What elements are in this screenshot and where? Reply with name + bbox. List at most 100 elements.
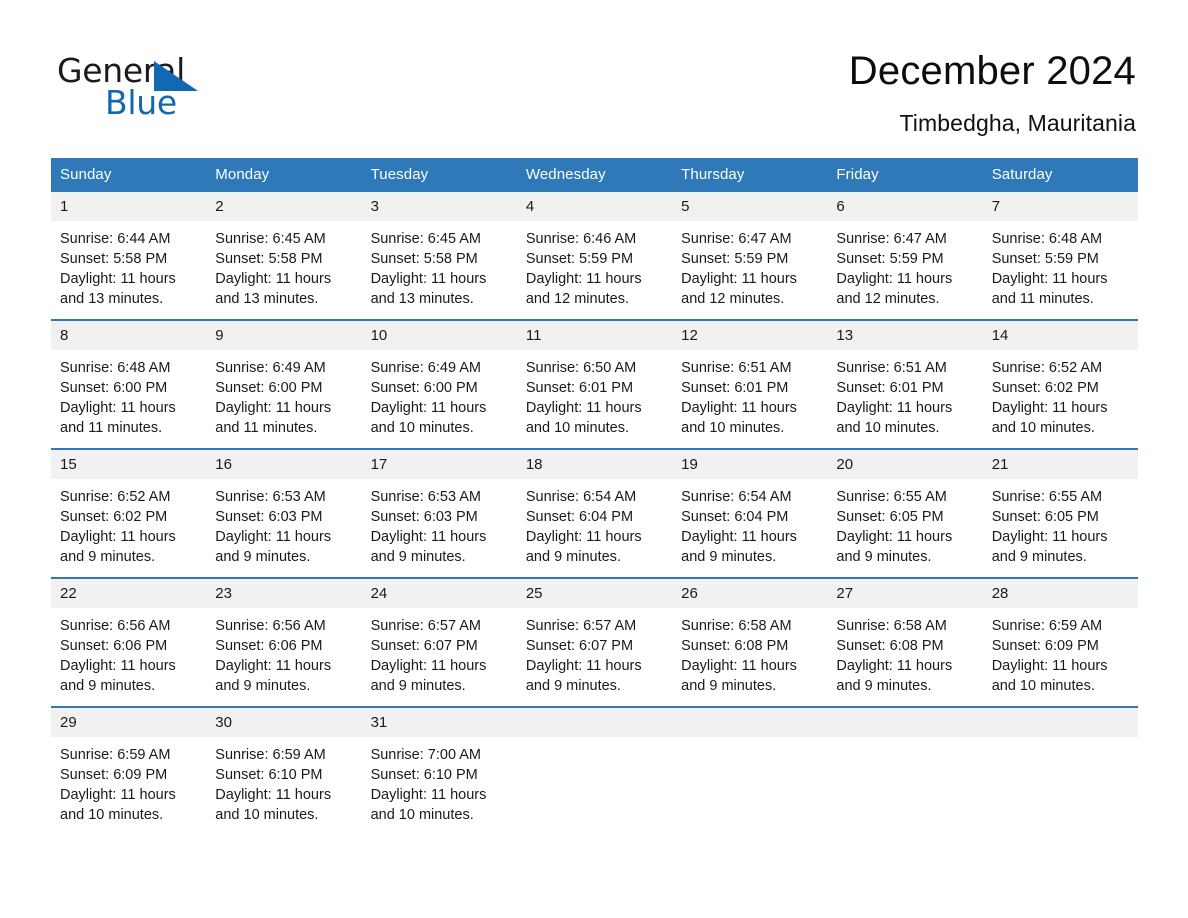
sunrise-text: Sunrise: 6:54 AM [681, 489, 792, 505]
day-info [672, 737, 827, 826]
calendar-week-row: 29 Sunrise: 6:59 AM Sunset: 6:09 PM Dayl… [51, 706, 1138, 835]
sunset-text: Sunset: 6:01 PM [681, 380, 789, 396]
day-cell[interactable]: 23 Sunrise: 6:56 AM Sunset: 6:06 PM Dayl… [206, 577, 362, 707]
day-cell[interactable]: 28 Sunrise: 6:59 AM Sunset: 6:09 PM Dayl… [982, 577, 1138, 707]
daylight-text: Daylight: 11 hours and 9 minutes. [370, 658, 487, 694]
day-info: Sunrise: 6:59 AM Sunset: 6:09 PM Dayligh… [983, 608, 1138, 706]
sunrise-text: Sunrise: 6:51 AM [836, 360, 947, 376]
sunset-text: Sunset: 6:02 PM [991, 380, 1099, 396]
day-cell[interactable]: 2 Sunrise: 6:45 AM Sunset: 5:58 PM Dayli… [206, 192, 362, 320]
day-number: 10 [361, 321, 517, 350]
day-cell[interactable]: 21 Sunrise: 6:55 AM Sunset: 6:05 PM Dayl… [982, 448, 1138, 578]
daylight-text: Daylight: 11 hours and 12 minutes. [836, 271, 953, 307]
sunset-text: Sunset: 5:59 PM [681, 251, 789, 267]
day-cell[interactable]: 15 Sunrise: 6:52 AM Sunset: 6:02 PM Dayl… [51, 448, 207, 578]
general-blue-logo[interactable]: General Blue [57, 46, 227, 120]
day-number [827, 708, 983, 737]
day-cell[interactable]: 7 Sunrise: 6:48 AM Sunset: 5:59 PM Dayli… [982, 192, 1138, 320]
sunrise-text: Sunrise: 6:48 AM [60, 360, 171, 376]
day-cell[interactable]: 5 Sunrise: 6:47 AM Sunset: 5:59 PM Dayli… [672, 192, 828, 320]
day-cell[interactable]: 10 Sunrise: 6:49 AM Sunset: 6:00 PM Dayl… [361, 319, 517, 449]
day-number: 17 [361, 450, 517, 479]
day-number: 13 [827, 321, 983, 350]
sunrise-text: Sunrise: 6:52 AM [991, 360, 1103, 376]
day-cell[interactable]: 20 Sunrise: 6:55 AM Sunset: 6:05 PM Dayl… [827, 448, 983, 578]
sunrise-text: Sunrise: 6:59 AM [215, 747, 326, 763]
day-cell[interactable]: 26 Sunrise: 6:58 AM Sunset: 6:08 PM Dayl… [672, 577, 828, 707]
sunrise-text: Sunrise: 6:55 AM [991, 489, 1103, 505]
day-info: Sunrise: 6:46 AM Sunset: 5:59 PM Dayligh… [517, 221, 672, 319]
day-info: Sunrise: 6:52 AM Sunset: 6:02 PM Dayligh… [51, 479, 206, 577]
day-cell[interactable]: 11 Sunrise: 6:50 AM Sunset: 6:01 PM Dayl… [516, 319, 673, 449]
daylight-text: Daylight: 11 hours and 13 minutes. [215, 271, 332, 307]
day-cell[interactable]: 29 Sunrise: 6:59 AM Sunset: 6:09 PM Dayl… [51, 706, 207, 835]
day-cell[interactable]: 22 Sunrise: 6:56 AM Sunset: 6:06 PM Dayl… [51, 577, 207, 707]
day-number: 23 [206, 579, 362, 608]
day-cell[interactable]: 31 Sunrise: 7:00 AM Sunset: 6:10 PM Dayl… [361, 706, 517, 835]
day-cell[interactable]: 13 Sunrise: 6:51 AM Sunset: 6:01 PM Dayl… [827, 319, 983, 449]
sunrise-text: Sunrise: 7:00 AM [370, 747, 481, 763]
page-title: December 2024 [848, 49, 1136, 93]
sunrise-text: Sunrise: 6:48 AM [991, 231, 1103, 247]
day-cell[interactable]: 16 Sunrise: 6:53 AM Sunset: 6:03 PM Dayl… [206, 448, 362, 578]
daylight-text: Daylight: 11 hours and 10 minutes. [681, 400, 797, 436]
daylight-text: Daylight: 11 hours and 9 minutes. [215, 658, 332, 694]
sunset-text: Sunset: 6:04 PM [681, 509, 789, 525]
day-cell[interactable]: 12 Sunrise: 6:51 AM Sunset: 6:01 PM Dayl… [672, 319, 828, 449]
day-cell[interactable]: 27 Sunrise: 6:58 AM Sunset: 6:08 PM Dayl… [827, 577, 983, 707]
day-cell[interactable]: 25 Sunrise: 6:57 AM Sunset: 6:07 PM Dayl… [516, 577, 673, 707]
day-cell[interactable]: 24 Sunrise: 6:57 AM Sunset: 6:07 PM Dayl… [361, 577, 517, 707]
calendar-week-row: 22 Sunrise: 6:56 AM Sunset: 6:06 PM Dayl… [51, 577, 1138, 707]
day-cell[interactable]: 30 Sunrise: 6:59 AM Sunset: 6:10 PM Dayl… [206, 706, 362, 835]
sunrise-text: Sunrise: 6:50 AM [525, 360, 637, 376]
sunrise-text: Sunrise: 6:56 AM [60, 618, 171, 634]
day-number: 8 [51, 321, 207, 350]
day-cell[interactable]: 1 Sunrise: 6:44 AM Sunset: 5:58 PM Dayli… [51, 192, 207, 320]
day-info: Sunrise: 6:44 AM Sunset: 5:58 PM Dayligh… [51, 221, 206, 319]
sunset-text: Sunset: 6:03 PM [370, 509, 478, 525]
daylight-text: Daylight: 11 hours and 10 minutes. [370, 787, 487, 823]
daylight-text: Daylight: 11 hours and 9 minutes. [525, 658, 642, 694]
sunrise-text: Sunrise: 6:47 AM [836, 231, 947, 247]
sunrise-text: Sunrise: 6:51 AM [681, 360, 792, 376]
day-cell[interactable]: 6 Sunrise: 6:47 AM Sunset: 5:59 PM Dayli… [827, 192, 983, 320]
calendar-week-row: 15 Sunrise: 6:52 AM Sunset: 6:02 PM Dayl… [51, 448, 1138, 578]
sunrise-text: Sunrise: 6:56 AM [215, 618, 326, 634]
day-cell[interactable]: 3 Sunrise: 6:45 AM Sunset: 5:58 PM Dayli… [361, 192, 517, 320]
day-info: Sunrise: 6:47 AM Sunset: 5:59 PM Dayligh… [672, 221, 827, 319]
sunrise-text: Sunrise: 6:57 AM [525, 618, 637, 634]
day-number: 30 [206, 708, 362, 737]
day-cell[interactable]: 19 Sunrise: 6:54 AM Sunset: 6:04 PM Dayl… [672, 448, 828, 578]
day-cell[interactable]: 14 Sunrise: 6:52 AM Sunset: 6:02 PM Dayl… [982, 319, 1138, 449]
day-info: Sunrise: 6:57 AM Sunset: 6:07 PM Dayligh… [362, 608, 517, 706]
day-info: Sunrise: 6:55 AM Sunset: 6:05 PM Dayligh… [983, 479, 1138, 577]
sunrise-text: Sunrise: 6:53 AM [215, 489, 326, 505]
day-number: 29 [51, 708, 207, 737]
day-number: 19 [672, 450, 828, 479]
weekday-header-wednesday: Wednesday [516, 158, 673, 192]
day-info [827, 737, 982, 826]
day-cell[interactable]: 4 Sunrise: 6:46 AM Sunset: 5:59 PM Dayli… [516, 192, 673, 320]
sunset-text: Sunset: 5:59 PM [836, 251, 944, 267]
day-number: 3 [361, 192, 517, 221]
sunrise-text: Sunrise: 6:47 AM [681, 231, 792, 247]
daylight-text: Daylight: 11 hours and 10 minutes. [60, 787, 176, 823]
day-cell[interactable]: 17 Sunrise: 6:53 AM Sunset: 6:03 PM Dayl… [361, 448, 517, 578]
day-cell[interactable]: 18 Sunrise: 6:54 AM Sunset: 6:04 PM Dayl… [516, 448, 673, 578]
day-number: 15 [51, 450, 207, 479]
day-info: Sunrise: 6:58 AM Sunset: 6:08 PM Dayligh… [827, 608, 982, 706]
day-number: 14 [982, 321, 1138, 350]
sunrise-text: Sunrise: 6:59 AM [991, 618, 1103, 634]
day-cell[interactable]: 8 Sunrise: 6:48 AM Sunset: 6:00 PM Dayli… [51, 319, 207, 449]
day-cell-empty [982, 706, 1138, 835]
weekday-header-thursday: Thursday [672, 158, 828, 192]
day-number: 22 [51, 579, 207, 608]
daylight-text: Daylight: 11 hours and 9 minutes. [215, 529, 332, 565]
day-info: Sunrise: 6:51 AM Sunset: 6:01 PM Dayligh… [672, 350, 827, 448]
day-info: Sunrise: 6:58 AM Sunset: 6:08 PM Dayligh… [672, 608, 827, 706]
day-cell[interactable]: 9 Sunrise: 6:49 AM Sunset: 6:00 PM Dayli… [206, 319, 362, 449]
calendar-week-row: 8 Sunrise: 6:48 AM Sunset: 6:00 PM Dayli… [51, 319, 1138, 449]
day-number: 11 [516, 321, 673, 350]
sunset-text: Sunset: 6:08 PM [681, 638, 789, 654]
daylight-text: Daylight: 11 hours and 11 minutes. [60, 400, 176, 436]
